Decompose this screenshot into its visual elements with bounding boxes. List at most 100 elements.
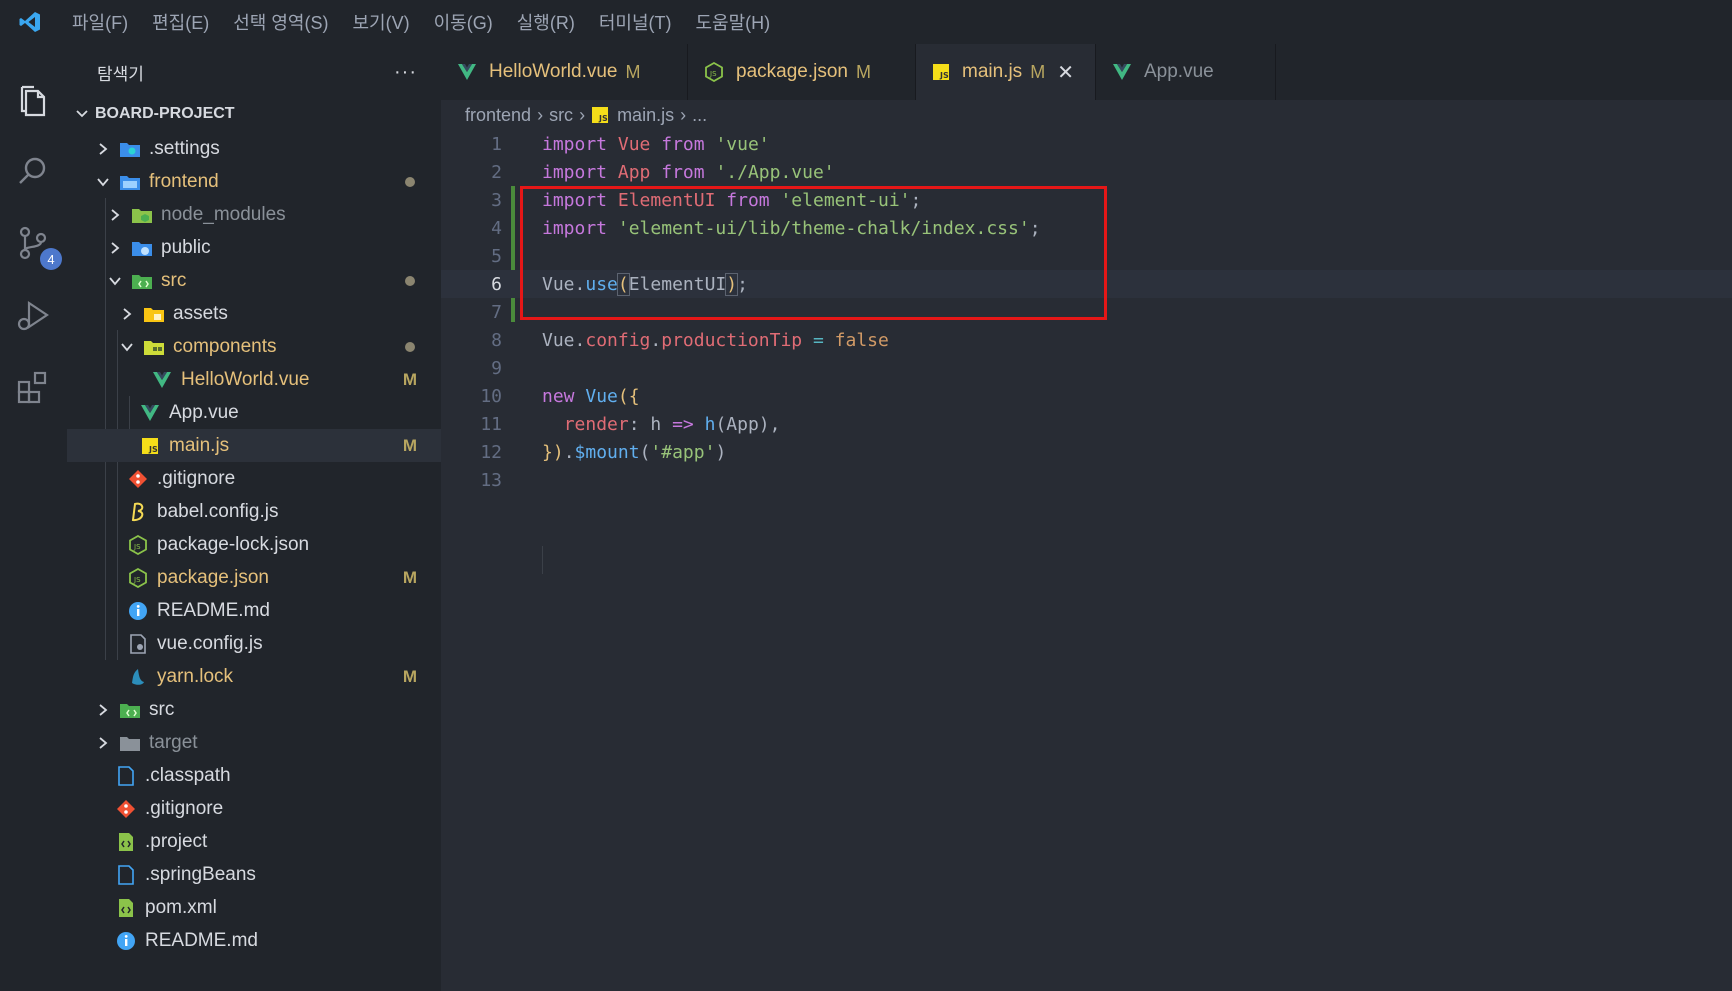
tree-item-springbeans[interactable]: .springBeans (67, 858, 441, 891)
npm-icon: JS (704, 62, 724, 82)
run-debug-icon[interactable] (10, 292, 56, 338)
explorer-icon[interactable] (10, 78, 56, 124)
tree-item-frontend[interactable]: frontend (67, 165, 441, 198)
babel-icon (127, 501, 149, 523)
tree-item-label: .classpath (145, 764, 231, 786)
menu-file[interactable]: 파일(F) (60, 0, 140, 44)
line-number: 2 (491, 161, 502, 183)
tree-item-label: target (149, 731, 198, 753)
chevron-down-icon (75, 107, 89, 121)
file-icon (115, 765, 137, 787)
svg-text:JS: JS (598, 114, 608, 123)
tree-item-app-vue[interactable]: App.vue (67, 396, 441, 429)
tree-item-node-modules[interactable]: node_modules (67, 198, 441, 231)
tree-item-project[interactable]: .project (67, 825, 441, 858)
tab-label: App.vue (1144, 61, 1214, 82)
indent-guide (542, 546, 543, 574)
more-actions-icon[interactable]: ··· (394, 61, 417, 84)
tree-item-components[interactable]: components (67, 330, 441, 363)
code-line[interactable]: 10 new Vue({ (441, 382, 1732, 410)
tree-item-src[interactable]: src (67, 264, 441, 297)
tree-item-pom-xml[interactable]: pom.xml (67, 891, 441, 924)
line-number: 4 (491, 217, 502, 239)
tree-item-gitignore[interactable]: .gitignore (67, 462, 441, 495)
info-icon (127, 600, 149, 622)
js-icon: JS (591, 106, 609, 124)
source-control-badge: 4 (40, 248, 62, 270)
code-line[interactable]: 12}).$mount('#app') (441, 438, 1732, 466)
tree-item-readme-root[interactable]: README.md (67, 924, 441, 957)
chevron-right-icon: › (680, 104, 687, 125)
src-folder-icon (119, 699, 141, 721)
breadcrumb-item[interactable]: src (549, 105, 573, 126)
project-root[interactable]: BOARD-PROJECT (67, 100, 441, 128)
tree-item-label: babel.config.js (157, 500, 279, 522)
svg-text:JS: JS (148, 445, 158, 454)
code-line[interactable]: 9 (441, 354, 1732, 382)
xml-file-icon (115, 831, 137, 853)
code-line[interactable]: 1 import Vue from 'vue' (441, 130, 1732, 158)
line-number: 11 (480, 413, 502, 435)
chevron-right-icon: › (579, 104, 586, 125)
modified-dot (405, 341, 415, 352)
breadcrumb-item[interactable]: ... (692, 105, 707, 126)
tree-item-main-js[interactable]: JS main.js M (67, 429, 441, 462)
menu-terminal[interactable]: 터미널(T) (587, 0, 684, 44)
breadcrumb-item[interactable]: frontend (465, 105, 531, 126)
menu-help[interactable]: 도움말(H) (684, 0, 783, 44)
tree-item-assets[interactable]: assets (67, 297, 441, 330)
info-icon (115, 930, 137, 952)
line-number: 7 (491, 301, 502, 323)
menu-edit[interactable]: 편집(E) (140, 0, 221, 44)
src-folder-icon (131, 270, 153, 292)
tree-item-vue-config[interactable]: vue.config.js (67, 627, 441, 660)
modified-badge: M (402, 369, 417, 389)
npm-icon: JS (127, 534, 149, 556)
code-line[interactable]: 2 import App from './App.vue' (441, 158, 1732, 186)
tree-item-label: src (161, 269, 187, 291)
code-line[interactable]: 8 Vue.config.productionTip = false (441, 326, 1732, 354)
modified-badge: M (402, 567, 417, 587)
menu-view[interactable]: 보기(V) (340, 0, 421, 44)
tree-item-public[interactable]: public (67, 231, 441, 264)
tab-package-json[interactable]: JS package.json M (688, 44, 916, 100)
js-icon: JS (932, 63, 950, 81)
tree-item-babel-config[interactable]: babel.config.js (67, 495, 441, 528)
tab-main-js[interactable]: JS main.js M ✕ (916, 44, 1096, 100)
extensions-icon[interactable] (10, 364, 56, 410)
menu-go[interactable]: 이동(G) (422, 0, 505, 44)
code-line[interactable]: 13 (441, 466, 1732, 494)
tree-item-yarn-lock[interactable]: yarn.lock M (67, 660, 441, 693)
svg-text:JS: JS (709, 70, 717, 78)
tree-item-target[interactable]: target (67, 726, 441, 759)
tree-item-classpath[interactable]: .classpath (67, 759, 441, 792)
tree-item-helloworld-vue[interactable]: HelloWorld.vue M (67, 363, 441, 396)
git-icon (127, 468, 149, 490)
close-tab-icon[interactable]: ✕ (1057, 60, 1074, 85)
modified-badge: M (402, 666, 417, 686)
code-text: render: h => h(App), (563, 413, 781, 435)
menu-run[interactable]: 실행(R) (505, 0, 587, 44)
source-control-icon[interactable]: 4 (10, 220, 62, 270)
tree-item-package-json[interactable]: JS package.json M (67, 561, 441, 594)
tab-helloworld-vue[interactable]: HelloWorld.vue M (441, 44, 688, 100)
tree-item-package-lock[interactable]: JS package-lock.json (67, 528, 441, 561)
tree-item-label: package-lock.json (157, 533, 310, 555)
tree-item-src-root[interactable]: src (67, 693, 441, 726)
tree-item-settings[interactable]: .settings (67, 132, 441, 165)
tree-item-label: .gitignore (145, 797, 224, 819)
tree-item-label: node_modules (161, 203, 286, 225)
svg-text:JS: JS (133, 576, 141, 584)
tree-item-gitignore-root[interactable]: .gitignore (67, 792, 441, 825)
breadcrumb-item[interactable]: main.js (617, 105, 674, 126)
public-folder-icon (131, 237, 153, 259)
search-icon[interactable] (10, 148, 56, 194)
chevron-right-icon (107, 207, 123, 223)
code-text: new Vue({ (542, 385, 640, 407)
menu-selection[interactable]: 선택 영역(S) (221, 0, 340, 44)
modified-badge: M (1030, 61, 1046, 82)
code-line[interactable]: 11 render: h => h(App), (441, 410, 1732, 438)
tab-app-vue[interactable]: App.vue (1096, 44, 1276, 100)
tab-label: HelloWorld.vue (489, 61, 618, 82)
tree-item-readme[interactable]: README.md (67, 594, 441, 627)
